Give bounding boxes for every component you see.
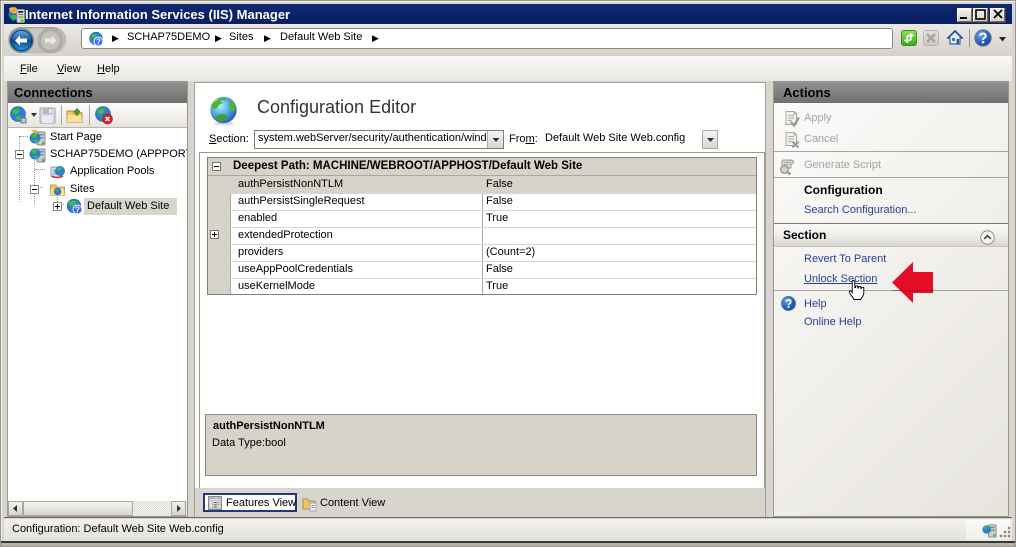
svg-text:?: ?: [75, 206, 80, 215]
svg-text:?: ?: [96, 37, 101, 46]
